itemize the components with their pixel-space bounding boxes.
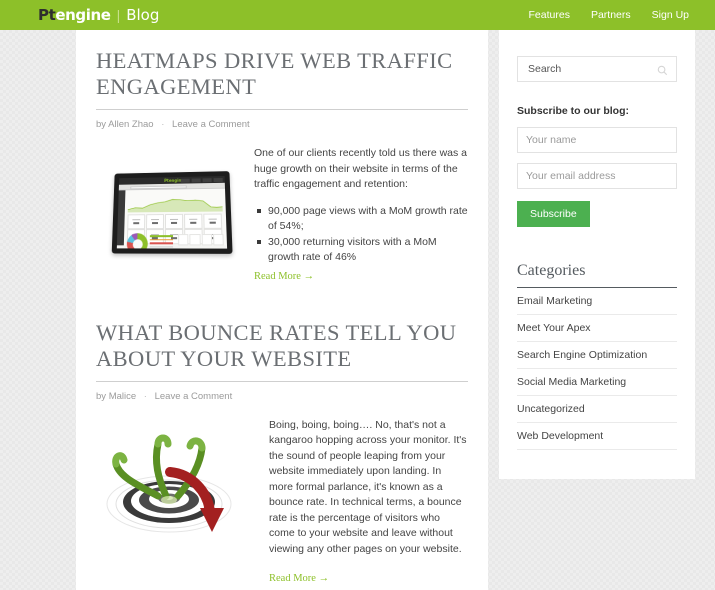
logo-engine-text: engine [55, 6, 111, 24]
article-post: WHAT BOUNCE RATES TELL YOU ABOUT YOUR WE… [76, 320, 488, 587]
article-title[interactable]: HEATMAPS DRIVE WEB TRAFFIC ENGAGEMENT [96, 48, 468, 100]
subscribe-heading: Subscribe to our blog: [517, 105, 629, 117]
tablet-analytics-dashboard-image: Ptengine [96, 144, 241, 260]
article-byline: by Malice · Leave a Comment [96, 391, 468, 402]
logo-blog-text: Blog [126, 6, 160, 24]
line-chart-svg [128, 195, 223, 213]
logo-pt-text: Pt [38, 6, 56, 24]
byline-separator: · [143, 390, 147, 402]
search-widget[interactable] [517, 56, 677, 82]
article-thumbnail[interactable]: Ptengine [96, 144, 241, 284]
tablet-frame: Ptengine [111, 171, 233, 254]
byline-author[interactable]: Allen Zhao [108, 119, 153, 130]
categories-heading: Categories [517, 262, 586, 279]
site-logo[interactable]: Pt engine | Blog [38, 6, 159, 24]
article-text: One of our clients recently told us ther… [254, 144, 468, 284]
list-item: Social Media Marketing [517, 369, 677, 396]
subscribe-button[interactable]: Subscribe [517, 201, 590, 227]
dashboard-kpi-row-1 [127, 213, 223, 230]
article-title[interactable]: WHAT BOUNCE RATES TELL YOU ABOUT YOUR WE… [96, 320, 468, 372]
tablet-screen: Ptengine [116, 176, 228, 249]
byline-separator: · [161, 119, 165, 130]
main-content: HEATMAPS DRIVE WEB TRAFFIC ENGAGEMENT by… [76, 30, 488, 590]
list-item: Meet Your Apex [517, 315, 677, 342]
main-navigation: Features Partners Sign Up [529, 9, 689, 21]
byline-author-prefix: by [96, 119, 107, 130]
search-input[interactable] [526, 62, 668, 76]
dashboard-sidenav [116, 190, 126, 246]
article-body: Boing, boing, boing…. No, that's not a k… [96, 416, 468, 587]
nav-item-partners[interactable]: Partners [591, 9, 631, 21]
leave-a-comment-link[interactable]: Leave a Comment [155, 391, 233, 402]
site-header: Pt engine | Blog Features Partners Sign U… [0, 0, 715, 30]
title-divider [96, 380, 468, 382]
sidebar-item-social-media-marketing[interactable]: Social Media Marketing [517, 369, 677, 395]
sidebar-item-web-development[interactable]: Web Development [517, 423, 677, 449]
list-item: 30,000 returning visitors with a MoM gro… [257, 235, 468, 266]
byline-author[interactable]: Malice [109, 391, 136, 402]
article-thumbnail[interactable] [96, 416, 256, 587]
dashboard-donut-chart [126, 233, 148, 249]
dashboard-bottom-row [126, 232, 224, 249]
sidebar: Subscribe to our blog: Subscribe Categor… [499, 30, 695, 479]
list-item: Search Engine Optimization [517, 342, 677, 369]
title-divider [96, 109, 468, 110]
categories-list: Email Marketing Meet Your Apex Search En… [517, 288, 677, 450]
bounce-illustration-svg [106, 434, 232, 532]
leave-a-comment-link[interactable]: Leave a Comment [172, 119, 250, 130]
article-byline: by Allen Zhao · Leave a Comment [96, 119, 468, 130]
dashboard-main [116, 188, 227, 249]
article-bullet-list: 90,000 page views with a MoM growth rate… [254, 204, 468, 266]
article-text: Boing, boing, boing…. No, that's not a k… [269, 416, 468, 587]
read-more-link[interactable]: Read More → [254, 271, 314, 282]
dashboard-legend [149, 232, 176, 248]
read-more-link[interactable]: Read More → [269, 573, 329, 584]
search-icon[interactable] [657, 63, 668, 81]
list-item: Email Marketing [517, 288, 677, 315]
subscribe-email-input[interactable] [517, 163, 677, 189]
dashboard-tabs [180, 177, 223, 183]
dashboard-stat-cards [178, 232, 224, 246]
subscribe-name-input[interactable] [517, 127, 677, 153]
sidebar-item-email-marketing[interactable]: Email Marketing [517, 288, 677, 314]
article-body: Ptengine One of our clients recently tol… [96, 144, 468, 284]
article-paragraph: Boing, boing, boing…. No, that's not a k… [269, 418, 467, 555]
sidebar-item-search-engine-optimization[interactable]: Search Engine Optimization [517, 342, 677, 368]
sidebar-item-uncategorized[interactable]: Uncategorized [517, 396, 677, 422]
article-paragraph: One of our clients recently told us ther… [254, 147, 468, 190]
byline-author-prefix: by [96, 390, 107, 402]
nav-item-sign-up[interactable]: Sign Up [652, 9, 689, 21]
logo-divider: | [116, 7, 121, 23]
bouncing-arrows-target-image [96, 416, 256, 544]
sidebar-item-meet-your-apex[interactable]: Meet Your Apex [517, 315, 677, 341]
article-post: HEATMAPS DRIVE WEB TRAFFIC ENGAGEMENT by… [76, 30, 488, 284]
dashboard-line-chart [128, 195, 223, 213]
nav-item-features[interactable]: Features [529, 9, 570, 21]
list-item: Uncategorized [517, 396, 677, 423]
page-wrapper: HEATMAPS DRIVE WEB TRAFFIC ENGAGEMENT by… [0, 30, 715, 590]
list-item: 90,000 page views with a MoM growth rate… [257, 204, 468, 235]
list-item: Web Development [517, 423, 677, 450]
